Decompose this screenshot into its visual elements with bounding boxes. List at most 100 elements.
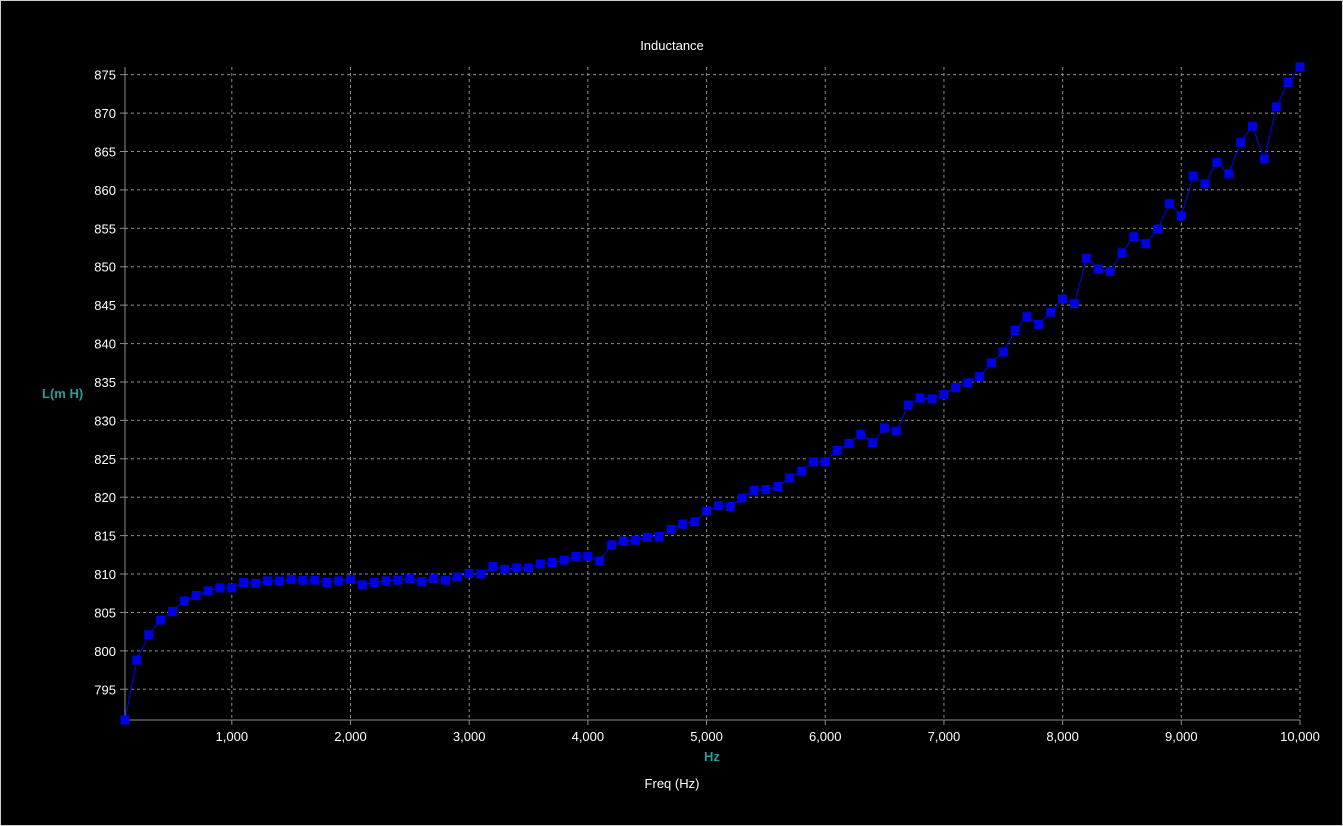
series-layer (120, 62, 1305, 725)
data-point (144, 630, 154, 640)
data-point (1295, 62, 1305, 72)
axis-layer (124, 67, 1300, 721)
data-point (880, 423, 890, 433)
x-tick-label: 2,000 (334, 729, 367, 744)
data-point (156, 615, 166, 625)
data-point (120, 715, 130, 725)
y-tick-label: 855 (94, 221, 116, 236)
y-tick-label: 810 (94, 567, 116, 582)
data-point (1259, 154, 1269, 164)
data-point (441, 575, 450, 585)
data-point (547, 558, 557, 567)
data-point (1200, 179, 1210, 189)
x-tick-label: 3,000 (453, 729, 486, 744)
y-tick-label: 850 (94, 260, 116, 275)
x-axis-unit-label: Hz (704, 749, 720, 764)
y-tick-label: 865 (94, 145, 116, 160)
data-point (429, 574, 439, 584)
data-point (310, 575, 320, 585)
data-point (286, 574, 296, 584)
x-tick-label: 5,000 (690, 729, 723, 744)
data-point (892, 426, 901, 436)
data-point (868, 438, 878, 448)
data-point (488, 561, 498, 571)
y-tick-label: 875 (94, 68, 116, 83)
data-point (1164, 199, 1174, 209)
data-point (1070, 299, 1079, 309)
data-point (357, 580, 367, 590)
y-tick-label: 815 (94, 529, 116, 544)
data-point (737, 493, 747, 503)
data-point (405, 574, 415, 584)
data-point (346, 574, 355, 584)
x-tick-label: 9,000 (1165, 729, 1198, 744)
data-point (761, 485, 771, 494)
data-point (239, 578, 249, 587)
data-point (298, 575, 308, 585)
y-tick-label: 820 (94, 490, 116, 505)
data-point (227, 583, 237, 593)
data-point (713, 501, 723, 511)
y-tick-label: 795 (94, 682, 116, 697)
data-point (1212, 157, 1222, 167)
data-point (369, 578, 379, 587)
data-point (1283, 77, 1293, 87)
data-point (1034, 319, 1044, 329)
y-axis-label: L(m H) (42, 386, 83, 401)
x-tick-labels: 1,000 2,000 3,000 4,000 5,000 6,000 7,000 8,000… (216, 720, 1320, 744)
data-point (797, 466, 806, 476)
data-point (607, 540, 617, 550)
data-point (1022, 312, 1032, 322)
data-point (1271, 102, 1281, 112)
data-point (939, 389, 949, 399)
data-point (500, 564, 510, 574)
data-point (1141, 239, 1151, 249)
data-point (1248, 121, 1257, 131)
data-point (702, 506, 712, 516)
data-point (808, 457, 818, 467)
data-point (1010, 326, 1020, 335)
data-point (274, 576, 284, 586)
data-point (464, 568, 474, 578)
data-point (571, 551, 581, 561)
data-point (927, 394, 937, 404)
data-point (583, 551, 593, 561)
data-point (678, 519, 688, 529)
data-point (1105, 266, 1115, 276)
x-tick-label: 7,000 (928, 729, 961, 744)
y-tick-label: 845 (94, 298, 116, 313)
data-point (844, 438, 854, 448)
y-tick-label: 825 (94, 452, 116, 467)
data-point (856, 429, 866, 439)
data-point (666, 525, 676, 534)
data-point (903, 400, 913, 410)
x-tick-label: 4,000 (572, 729, 605, 744)
data-point (262, 576, 272, 586)
data-point (630, 535, 640, 545)
data-point (1093, 264, 1103, 274)
x-axis-label: Freq (Hz) (645, 776, 700, 791)
y-tick-label: 800 (94, 644, 116, 659)
data-point (203, 586, 213, 596)
data-point (1236, 137, 1246, 147)
x-tick-label: 8,000 (1046, 729, 1079, 744)
data-point (619, 536, 628, 546)
y-tick-label: 805 (94, 605, 116, 620)
data-point (832, 445, 842, 455)
data-point (381, 576, 391, 586)
y-tick-labels: 795 800 805 810 815 820 825 830 835 840 845 850 855 8… (94, 68, 125, 697)
data-point (191, 591, 201, 600)
data-point (179, 596, 189, 606)
y-tick-label: 830 (94, 413, 116, 428)
data-point (820, 457, 830, 467)
data-point (215, 583, 225, 593)
data-point (476, 569, 486, 579)
data-point (654, 531, 664, 541)
x-tick-label: 1,000 (216, 729, 249, 744)
data-point (393, 575, 403, 585)
series-line (124, 66, 1301, 721)
data-point (595, 556, 605, 566)
data-point (512, 563, 522, 573)
data-point (1058, 294, 1068, 304)
chart-title: Inductance (640, 38, 704, 53)
